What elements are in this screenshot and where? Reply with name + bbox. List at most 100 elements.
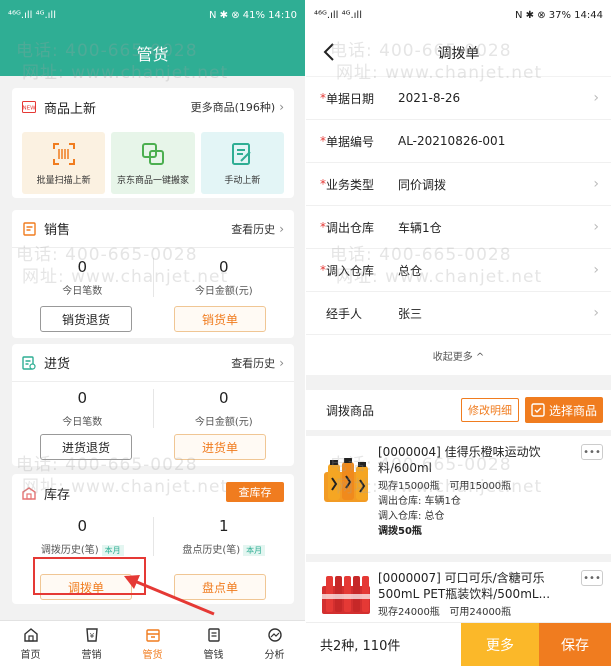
item-stock: 现存15000瓶 — [378, 481, 440, 492]
bottom-tab-bar: 首页 ¥ 营销 管货 管钱 分析 — [0, 620, 305, 666]
new-goods-title: 商品上新 — [44, 101, 97, 117]
more-goods-link[interactable]: 更多商品(196种) › — [191, 99, 284, 115]
field-business-type[interactable]: * 业务类型 同价调拨 › — [306, 163, 611, 206]
item-name: [0000007] 可口可乐/含糖可乐 500mL PET瓶装饮料/500mL.… — [378, 571, 551, 601]
bottom-action-bar: 共2种, 110件 更多 保存 — [306, 622, 611, 666]
month-badge: 本月 — [243, 544, 266, 556]
field-out-warehouse[interactable]: * 调出仓库 车辆1仓 › — [306, 206, 611, 249]
tile-batch-scan[interactable]: 批量扫描上新 — [22, 132, 106, 194]
transfer-goods-header: 调拨商品 修改明细 选择商品 — [306, 390, 611, 430]
collapse-more-toggle[interactable]: 收起更多 ^ — [306, 335, 611, 375]
list-item[interactable]: [0000004] 佳得乐橙味运动饮料/600ml 现存15000瓶 可用150… — [306, 436, 611, 554]
edit-details-button[interactable]: 修改明细 — [460, 398, 519, 422]
right-screen: ⁴⁶ᴳ.ıll ⁴ᴳ.ıll N ✱ ⊗ 37% 14:44 调拨单 * 单据日… — [306, 0, 611, 666]
sales-order-button[interactable]: 销货单 — [174, 306, 266, 332]
stat-sales-amount: 0 今日金额(元) — [152, 257, 295, 297]
new-goods-card: NEW 商品上新 更多商品(196种) › 批量扫描上新 京东商品一键搬家 手动上… — [12, 88, 294, 198]
purchase-history-link[interactable]: 查看历史 › — [231, 355, 284, 371]
sales-title: 销售 — [44, 223, 71, 238]
purchase-return-button[interactable]: 进货退货 — [40, 434, 132, 460]
purchase-order-button[interactable]: 进货单 — [174, 434, 266, 460]
analysis-icon — [267, 627, 282, 642]
purchase-stats: 0 今日笔数 0 今日金额(元) — [12, 382, 294, 434]
save-button[interactable]: 保存 — [539, 623, 611, 666]
chevron-right-icon: › — [593, 219, 599, 235]
chevron-right-icon: › — [279, 221, 284, 236]
item-name: [0000004] 佳得乐橙味运动饮料/600ml — [378, 445, 541, 475]
chevron-right-icon: › — [593, 90, 599, 106]
barcode-scan-icon — [52, 142, 75, 165]
signal-indicator: ⁴⁶ᴳ.ıll ⁴ᴳ.ıll — [8, 9, 56, 21]
item-available: 可用24000瓶 — [449, 607, 512, 618]
status-bar: ⁴⁶ᴳ.ıll ⁴ᴳ.ıll N ✱ ⊗ 41% 14:10 — [0, 0, 305, 30]
stat-transfer-history[interactable]: 0 调拨历史(笔) 本月 — [12, 517, 153, 556]
back-arrow-icon[interactable] — [322, 42, 336, 62]
copy-icon — [141, 142, 164, 165]
total-summary: 共2种, 110件 — [320, 639, 401, 654]
stat-purchase-count: 0 今日笔数 — [62, 388, 103, 428]
select-goods-button[interactable]: 选择商品 — [524, 397, 603, 423]
page-title: 管货 — [0, 30, 305, 76]
status-bar: ⁴⁶ᴳ.ıll ⁴ᴳ.ıll N ✱ ⊗ 37% 14:44 — [306, 0, 611, 30]
item-transfer-qty: 调拨50瓶 — [378, 526, 422, 537]
tile-jd-move[interactable]: 京东商品一键搬家 — [111, 132, 195, 194]
chevron-right-icon: › — [593, 305, 599, 321]
sales-stats: 0 今日笔数 0 今日金额(元) — [12, 248, 294, 306]
gatorade-bottles-image — [324, 458, 368, 502]
chevron-right-icon: › — [593, 176, 599, 192]
signal-indicator: ⁴⁶ᴳ.ıll ⁴ᴳ.ıll — [314, 9, 362, 21]
more-options-icon[interactable]: ••• — [581, 570, 603, 586]
sales-return-button[interactable]: 销货退货 — [40, 306, 132, 332]
sales-header: 销售 查看历史 › — [12, 210, 294, 248]
field-doc-number[interactable]: * 单据编号 AL-20210826-001 — [306, 120, 611, 163]
item-in-warehouse: 调入仓库: 总仓 — [378, 511, 445, 522]
transfer-form: * 单据日期 2021-8-26 › * 单据编号 AL-20210826-00… — [306, 77, 611, 375]
more-button[interactable]: 更多 — [461, 623, 539, 666]
svg-text:¥: ¥ — [89, 632, 94, 640]
left-screen: ⁴⁶ᴳ.ıll ⁴ᴳ.ıll N ✱ ⊗ 41% 14:10 管货 NEW 商品… — [0, 0, 305, 666]
page-title: 调拨单 — [437, 46, 480, 62]
red-arrow-icon — [124, 575, 215, 616]
more-options-icon[interactable]: ••• — [581, 444, 603, 460]
marketing-icon: ¥ — [85, 627, 98, 642]
select-goods-icon — [531, 403, 545, 417]
tab-marketing[interactable]: ¥ 营销 — [61, 621, 122, 666]
item-out-warehouse: 调出仓库: 车辆1仓 — [378, 496, 461, 507]
tile-manual-add[interactable]: 手动上新 — [200, 132, 284, 194]
list-item[interactable]: [0000007] 可口可乐/含糖可乐 500mL PET瓶装饮料/500mL.… — [306, 562, 611, 622]
stat-count-history[interactable]: 1 盘点历史(笔) 本月 — [152, 516, 295, 556]
status-right: N ✱ ⊗ 37% 14:44 — [515, 9, 603, 21]
tab-money[interactable]: 管钱 — [183, 621, 244, 666]
chevron-right-icon: › — [593, 262, 599, 278]
check-inventory-button[interactable]: 查库存 — [226, 482, 284, 502]
sales-history-link[interactable]: 查看历史 › — [231, 221, 284, 237]
purchase-card: 进货 查看历史 › 0 今日笔数 0 今日金额(元) 进货退货 进货单 — [12, 344, 294, 466]
home-icon — [23, 627, 38, 642]
new-goods-tiles: 批量扫描上新 京东商品一键搬家 手动上新 — [12, 126, 294, 204]
field-handler[interactable]: 经手人 张三 › — [306, 292, 611, 335]
inventory-title: 库存 — [44, 487, 71, 503]
chevron-right-icon: › — [279, 100, 284, 114]
inventory-stats: 0 调拨历史(笔) 本月 1 盘点历史(笔) 本月 — [12, 512, 294, 560]
edit-doc-icon — [232, 142, 252, 165]
sales-card: 销售 查看历史 › 0 今日笔数 0 今日金额(元) 销货退货 销货单 — [12, 210, 294, 338]
new-badge-icon: NEW — [22, 100, 36, 114]
chevron-right-icon: › — [279, 355, 284, 370]
svg-text:NEW: NEW — [22, 106, 36, 112]
field-doc-date[interactable]: * 单据日期 2021-8-26 › — [306, 77, 611, 120]
sales-doc-icon — [22, 221, 36, 236]
goods-icon — [145, 628, 160, 642]
purchase-header: 进货 查看历史 › — [12, 344, 294, 382]
status-right: N ✱ ⊗ 41% 14:10 — [209, 9, 297, 21]
money-icon — [207, 627, 220, 642]
warehouse-icon — [22, 486, 36, 500]
new-goods-header: NEW 商品上新 更多商品(196种) › — [12, 88, 294, 126]
tab-analysis[interactable]: 分析 — [244, 621, 305, 666]
stat-purchase-amount: 0 今日金额(元) — [152, 388, 295, 428]
purchase-doc-icon — [22, 355, 36, 370]
goods-section-title: 调拨商品 — [326, 403, 375, 418]
field-in-warehouse[interactable]: * 调入仓库 总仓 › — [306, 249, 611, 292]
stat-sales-count: 0 今日笔数 — [62, 257, 103, 297]
tab-goods[interactable]: 管货 — [122, 621, 183, 666]
tab-home[interactable]: 首页 — [0, 621, 61, 666]
